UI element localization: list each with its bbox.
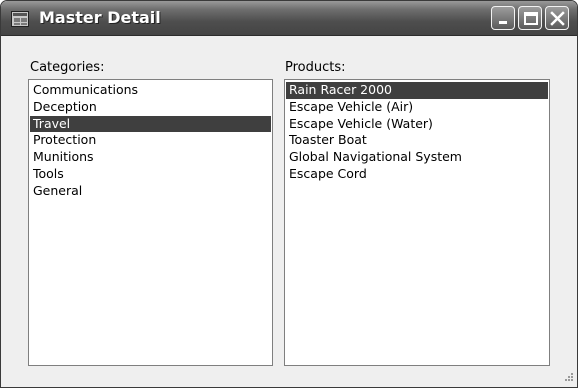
maximize-icon — [524, 12, 538, 25]
main-window: Master Detail Categories: Products: Comm… — [0, 0, 578, 388]
product-list-item[interactable]: Escape Vehicle (Water) — [286, 116, 548, 133]
category-list-item[interactable]: Communications — [30, 82, 271, 99]
minimize-icon — [499, 21, 507, 24]
product-list-item[interactable]: Escape Cord — [286, 166, 548, 183]
size-grip-icon[interactable] — [562, 372, 574, 384]
window-client-area: Categories: Products: Communications Dece… — [1, 36, 577, 387]
categories-label: Categories: — [30, 60, 105, 75]
close-icon — [550, 11, 565, 26]
title-bar[interactable]: Master Detail — [1, 1, 577, 36]
window-app-icon[interactable] — [11, 11, 29, 27]
category-list-item[interactable]: Protection — [30, 132, 271, 149]
product-list-item[interactable]: Global Navigational System — [286, 149, 548, 166]
minimize-button[interactable] — [491, 6, 515, 30]
category-list-item[interactable]: General — [30, 183, 271, 200]
categories-listbox[interactable]: Communications Deception Travel Protection M… — [28, 79, 273, 366]
products-listbox[interactable]: Rain Racer 2000 Escape Vehicle (Air) Escap… — [284, 79, 550, 366]
maximize-button[interactable] — [518, 6, 542, 30]
product-list-item[interactable]: Rain Racer 2000 — [286, 82, 548, 99]
product-list-item[interactable]: Toaster Boat — [286, 132, 548, 149]
category-list-item[interactable]: Deception — [30, 99, 271, 116]
category-list-item[interactable]: Travel — [30, 115, 271, 133]
category-list-item[interactable]: Tools — [30, 166, 271, 183]
category-list-item[interactable]: Munitions — [30, 149, 271, 166]
products-label: Products: — [285, 60, 346, 75]
window-title: Master Detail — [39, 8, 161, 27]
product-list-item[interactable]: Escape Vehicle (Air) — [286, 99, 548, 116]
close-button[interactable] — [545, 6, 569, 30]
